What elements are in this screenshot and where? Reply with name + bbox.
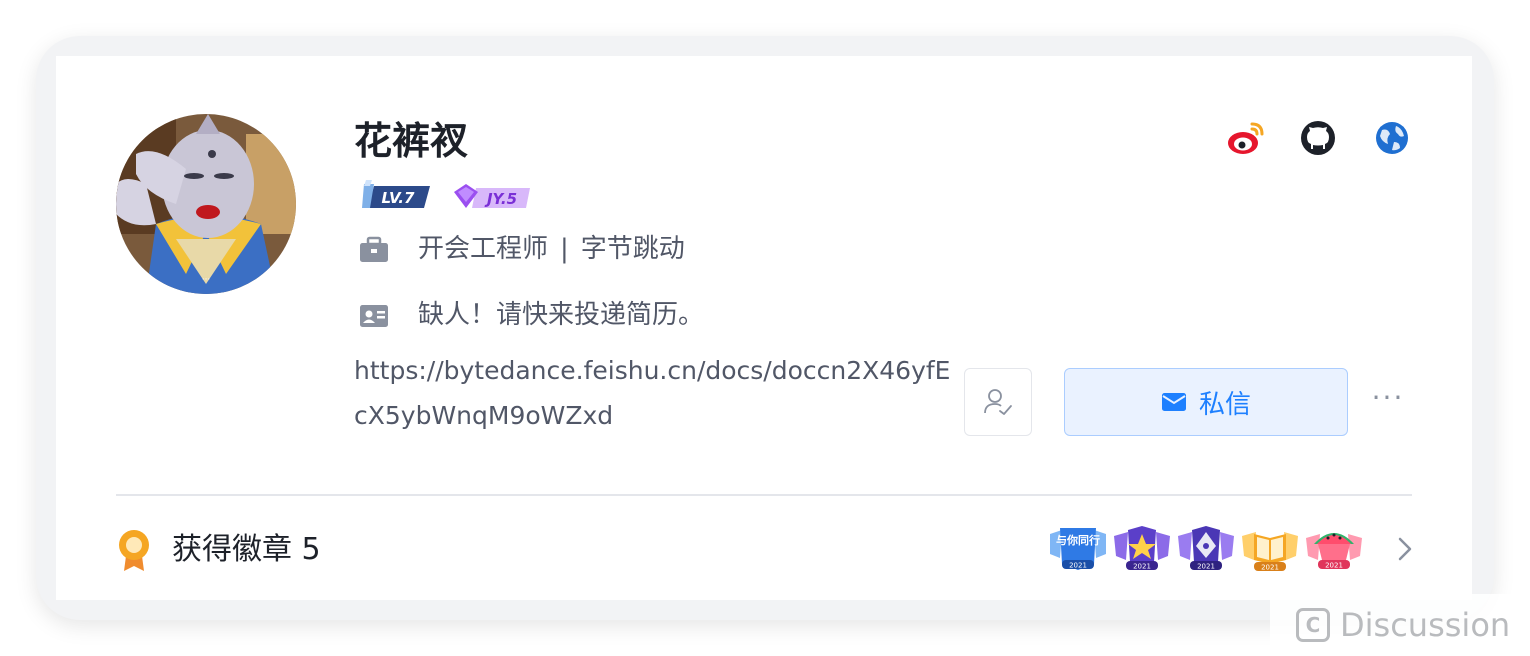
chevron-right-icon[interactable]	[1394, 534, 1416, 564]
svg-text:···: ···	[202, 275, 211, 285]
profile-link[interactable]: https://bytedance.feishu.cn/docs/doccn2X…	[354, 348, 964, 438]
medal-icon	[116, 528, 152, 572]
bio-text: 缺人！请快来投递简历。	[418, 300, 705, 330]
globe-icon[interactable]	[1372, 118, 1412, 158]
badge-pen-nib-icon[interactable]: 2021	[1176, 524, 1236, 574]
job-separator: |	[560, 234, 569, 264]
badge-yu-ni-tong-xing-title: 与你同行	[1056, 533, 1100, 547]
message-button[interactable]: 私信	[1064, 368, 1348, 436]
jy-badge-label: JY.5	[484, 190, 517, 208]
follow-button[interactable]	[964, 368, 1032, 436]
watermark-text: Discussion	[1340, 606, 1511, 644]
discussion-logo-icon: C	[1296, 608, 1330, 642]
job-title: 开会工程师	[418, 234, 549, 264]
badge-yu-ni-tong-xing-icon[interactable]: 与你同行 2021	[1048, 524, 1108, 574]
more-button[interactable]: ···	[1368, 384, 1408, 418]
briefcase-icon	[358, 234, 390, 266]
badge-year: 2021	[1261, 564, 1279, 572]
badge-year: 2021	[1133, 563, 1151, 571]
weibo-icon[interactable]	[1226, 118, 1266, 158]
avatar-image: ···	[116, 114, 296, 294]
github-icon[interactable]	[1298, 118, 1338, 158]
level-badge[interactable]: LV.7	[360, 180, 432, 212]
jy-badge[interactable]: JY.5	[450, 180, 532, 212]
badges-count-label: 获得徽章 5	[172, 532, 321, 567]
envelope-icon	[1161, 393, 1186, 411]
job-info: 开会工程师 | 字节跳动	[418, 232, 685, 266]
badge-year: 2021	[1325, 562, 1343, 570]
username: 花裤衩	[354, 119, 469, 163]
discussion-watermark: C Discussion	[1270, 594, 1530, 656]
id-card-icon	[358, 300, 390, 332]
level-badge-label: LV.7	[382, 189, 415, 207]
badge-year: 2021	[1197, 563, 1215, 571]
badge-open-book-icon[interactable]: 2021	[1240, 524, 1300, 574]
company-name: 字节跳动	[580, 234, 685, 264]
badge-star-crown-icon[interactable]: 2021	[1112, 524, 1172, 574]
badge-watermelon-icon[interactable]: 2021	[1304, 524, 1364, 574]
avatar[interactable]: ···	[116, 114, 296, 294]
message-button-label: 私信	[1198, 389, 1251, 420]
badge-year: 2021	[1069, 562, 1087, 570]
divider	[116, 494, 1412, 496]
user-check-icon	[984, 389, 1012, 415]
